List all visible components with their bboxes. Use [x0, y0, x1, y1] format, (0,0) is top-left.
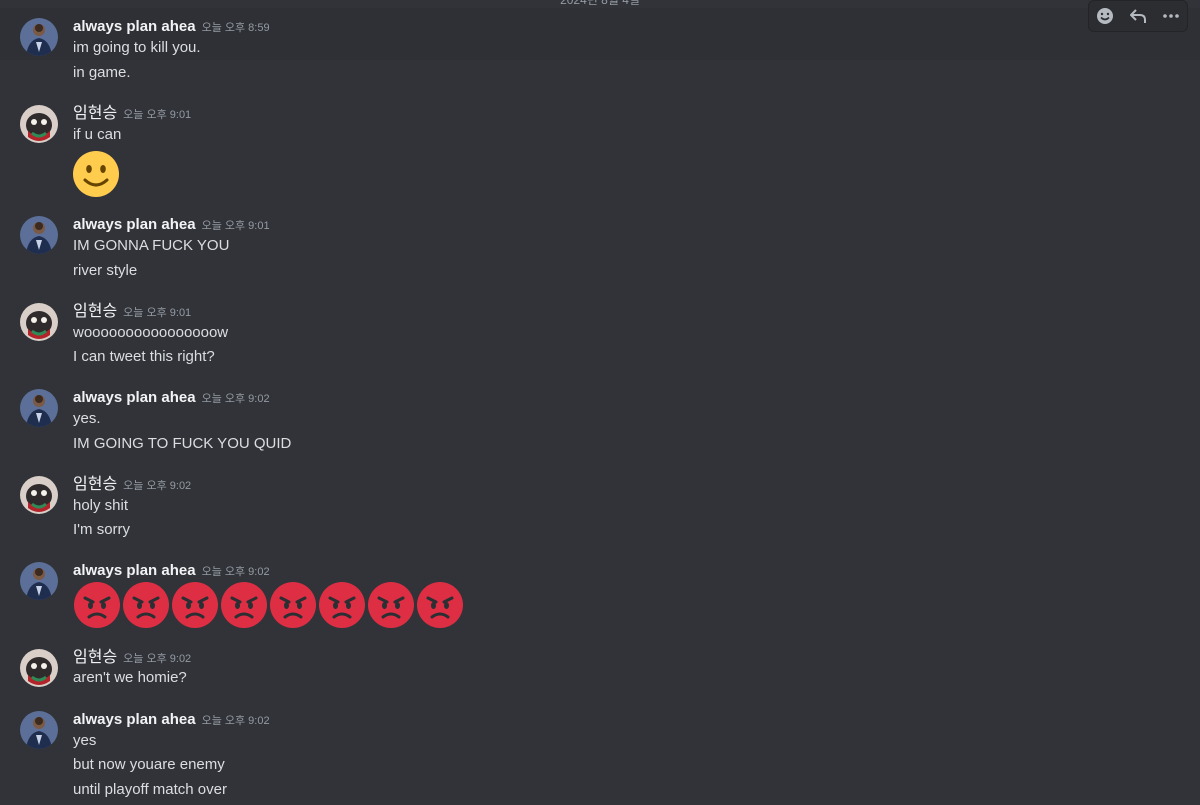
avatar[interactable] — [20, 389, 58, 427]
message-text: woooooooooooooooow — [73, 324, 229, 341]
avatar[interactable] — [20, 649, 58, 687]
timestamp: 오늘 오후 9:02 — [201, 715, 270, 727]
username[interactable]: always plan ahea — [73, 711, 196, 728]
timestamp: 오늘 오후 9:02 — [201, 566, 270, 578]
timestamp: 오늘 오후 9:02 — [123, 480, 192, 492]
message-text: if u can — [73, 126, 122, 143]
username[interactable]: always plan ahea — [73, 216, 196, 233]
message-text: IM GOING TO FUCK YOU QUID — [73, 435, 292, 452]
message-text: but now youare enemy — [73, 756, 225, 773]
message-text: holy shit — [73, 497, 129, 514]
angry-face-emoji[interactable] — [171, 581, 219, 629]
more-icon — [1162, 14, 1179, 18]
reply-icon — [1129, 9, 1146, 23]
message-text: im going to kill you. — [73, 39, 201, 56]
message-text: river style — [73, 262, 138, 279]
message-text: in game. — [73, 64, 131, 81]
message-text: IM GONNA FUCK YOU — [73, 237, 230, 254]
avatar[interactable] — [20, 562, 58, 600]
more-button[interactable] — [1158, 3, 1184, 29]
avatar[interactable] — [20, 303, 58, 341]
username[interactable]: always plan ahea — [73, 389, 196, 406]
avatar[interactable] — [20, 18, 58, 56]
emoji-row — [73, 581, 464, 629]
avatar[interactable] — [20, 711, 58, 749]
timestamp: 오늘 오후 9:01 — [201, 220, 270, 232]
smile-icon — [1097, 8, 1114, 24]
message-text: until playoff match over — [73, 781, 227, 798]
reply-button[interactable] — [1125, 3, 1151, 29]
timestamp: 오늘 오후 9:01 — [123, 307, 192, 319]
timestamp: 오늘 오후 9:02 — [123, 653, 192, 665]
username[interactable]: 임현승 — [73, 649, 117, 666]
angry-face-emoji[interactable] — [269, 581, 317, 629]
add-reaction-button[interactable] — [1092, 3, 1118, 29]
angry-face-emoji[interactable] — [318, 581, 366, 629]
username[interactable]: 임현승 — [73, 303, 117, 320]
message-text: I can tweet this right? — [73, 348, 215, 365]
slightly-smiling-face-emoji[interactable] — [72, 150, 120, 198]
username[interactable]: 임현승 — [73, 476, 117, 493]
username[interactable]: always plan ahea — [73, 18, 196, 35]
timestamp: 오늘 오후 8:59 — [201, 22, 270, 34]
avatar[interactable] — [20, 216, 58, 254]
angry-face-emoji[interactable] — [416, 581, 464, 629]
angry-face-emoji[interactable] — [367, 581, 415, 629]
timestamp: 오늘 오후 9:01 — [123, 109, 192, 121]
angry-face-emoji[interactable] — [73, 581, 121, 629]
message-text: yes. — [73, 410, 101, 427]
angry-face-emoji[interactable] — [220, 581, 268, 629]
username[interactable]: 임현승 — [73, 105, 117, 122]
avatar[interactable] — [20, 105, 58, 143]
message-text: I'm sorry — [73, 521, 131, 538]
username[interactable]: always plan ahea — [73, 562, 196, 579]
message-text: aren't we homie? — [73, 669, 187, 686]
avatar[interactable] — [20, 476, 58, 514]
message-text: yes — [73, 732, 97, 749]
angry-face-emoji[interactable] — [122, 581, 170, 629]
message-toolbar — [1088, 0, 1188, 32]
timestamp: 오늘 오후 9:02 — [201, 393, 270, 405]
